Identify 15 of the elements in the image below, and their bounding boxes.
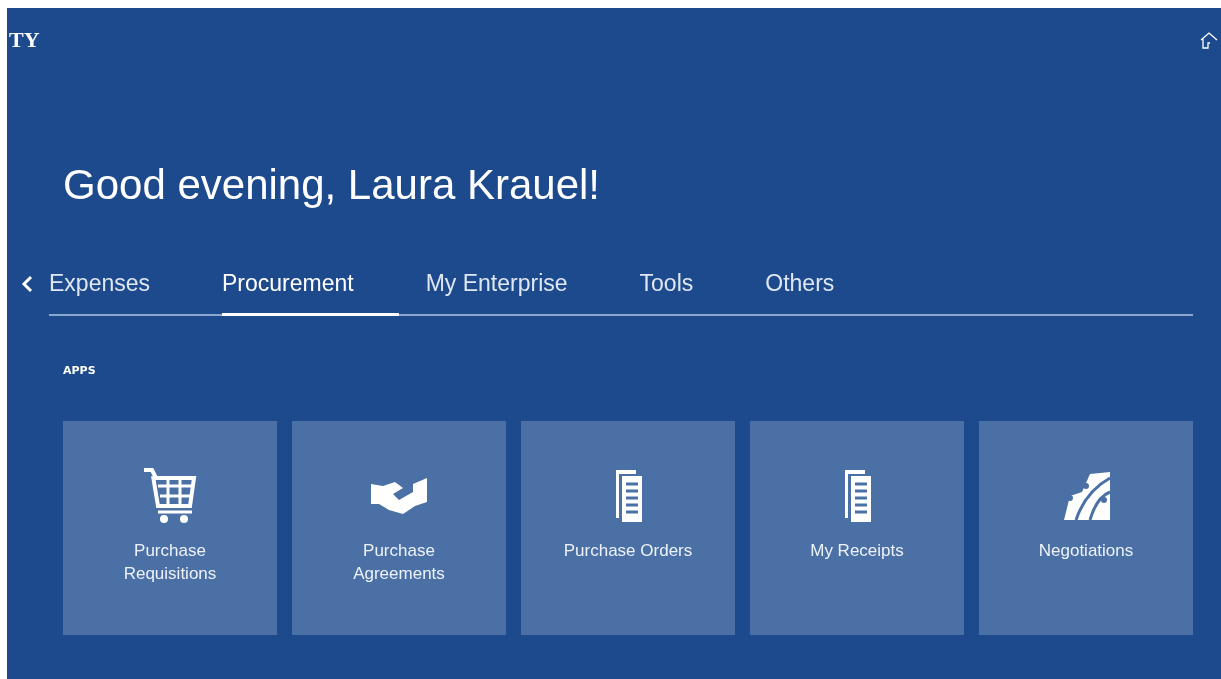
tab[interactable]: Tools [639,262,694,317]
home-icon[interactable] [1199,30,1219,50]
tab[interactable]: My Enterprise [425,262,568,317]
tab[interactable]: Others [765,262,835,317]
app-tile[interactable]: Purchase Orders [521,421,735,636]
app-tile[interactable]: Purchase Agreements [292,421,506,636]
logo[interactable]: TY [9,27,40,53]
app-tile[interactable]: Purchase Requisitions [63,421,277,636]
section-label: APPS [63,364,97,378]
tab[interactable]: Expenses [49,262,150,317]
tab[interactable]: Procurement [222,262,399,317]
app-tile[interactable]: Negotiations [979,421,1193,636]
chevron-left-icon[interactable] [21,274,33,295]
app-tile[interactable]: My Receipts [750,421,964,636]
greeting-heading: Good evening, Laura Krauel! [63,160,602,210]
